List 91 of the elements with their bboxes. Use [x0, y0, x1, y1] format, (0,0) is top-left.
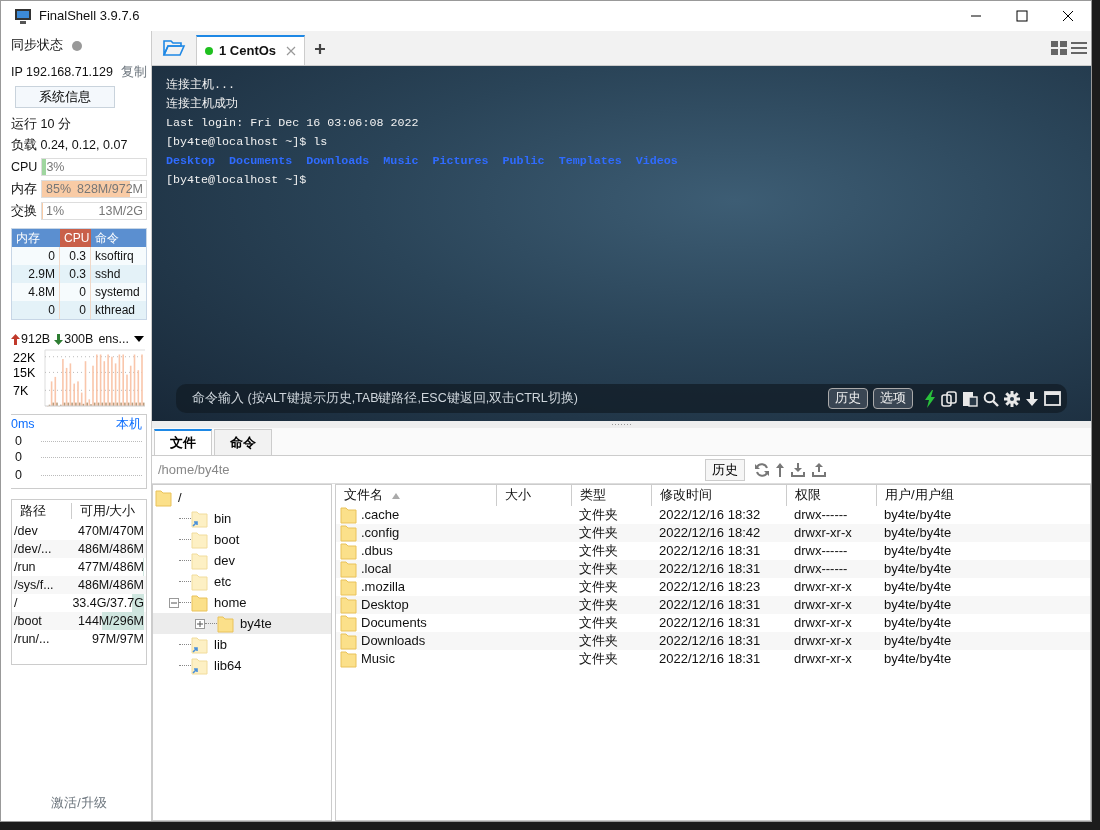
permissions: drwx------	[793, 542, 849, 560]
table-cell-text: systemd	[94, 284, 141, 301]
load-text: 负载 0.24, 0.12, 0.07	[11, 137, 129, 155]
terminal-line: [by4te@localhost ~]$	[166, 172, 308, 189]
directory-name: Videos	[635, 154, 678, 168]
meter-percent: 85%	[45, 181, 72, 197]
modified-time: 2022/12/16 18:31	[658, 596, 762, 614]
latency-value: 0	[15, 449, 23, 467]
modified-time: 2022/12/16 18:31	[658, 650, 762, 668]
table-cell: 97M/97M	[91, 630, 144, 648]
axis-label: 22K	[13, 350, 36, 365]
owner-group: by4te/by4te	[876, 614, 1016, 632]
modified-time: 2022/12/16 18:31	[658, 560, 762, 578]
table-cell-text: ksoftirq	[94, 248, 135, 265]
permissions: drwx------	[793, 560, 849, 578]
table-cell-text: /	[14, 595, 18, 612]
latency-value: 0	[15, 467, 23, 485]
permissions: drwxr-xr-x	[793, 524, 853, 542]
directory-name: Pictures	[432, 154, 489, 168]
table-cell-text: sshd	[94, 266, 122, 283]
upload-rate: 912B	[21, 330, 51, 348]
file-type: 文件夹	[578, 650, 619, 668]
meter-label: CPU	[11, 158, 38, 176]
meter-percent: 3%	[45, 159, 65, 175]
table-cell-text: /boot	[14, 613, 42, 630]
table-cell-text: /dev/...	[14, 541, 52, 558]
modified-time: 2022/12/16 18:32	[658, 506, 762, 524]
meter-percent: 1%	[45, 203, 65, 219]
modified-time: 2022/12/16 18:31	[658, 542, 762, 560]
table-cell-text: kthread	[94, 302, 137, 319]
meter-label: 交换	[11, 202, 37, 220]
table-cell: 33.4G/37.7G	[72, 594, 144, 612]
owner-group: by4te/by4te	[876, 506, 1016, 524]
terminal-line: 连接主机成功	[166, 96, 239, 113]
owner-group: by4te/by4te	[876, 632, 1016, 650]
ip-address: IP 192.168.71.129	[11, 64, 113, 82]
owner-group: by4te/by4te	[876, 578, 1016, 596]
table-cell: 0	[12, 301, 60, 319]
terminal-line: Last login: Fri Dec 16 03:06:08 2022	[166, 115, 420, 132]
table-cell-text: /sys/f...	[14, 577, 54, 594]
latency-value: 0	[15, 433, 23, 451]
table-cell: 486M/486M	[78, 540, 144, 558]
directory-name: Downloads	[306, 154, 370, 168]
file-type: 文件夹	[578, 560, 619, 578]
file-type: 文件夹	[578, 506, 619, 524]
table-cell: 144M/296M	[78, 612, 144, 630]
owner-group: by4te/by4te	[876, 524, 1016, 542]
sync-status-label: 同步状态	[11, 37, 63, 55]
directory-name: Desktop	[166, 154, 216, 168]
permissions: drwxr-xr-x	[793, 578, 853, 596]
table-cell: 470M/470M	[78, 522, 144, 540]
directory-name: Documents	[229, 154, 293, 168]
table-cell-text: /run/...	[14, 631, 50, 648]
table-cell: 486M/486M	[78, 576, 144, 594]
directory-name: Music	[383, 154, 419, 168]
host-label: 本机	[116, 416, 142, 433]
file-type: 文件夹	[578, 578, 619, 596]
permissions: drwxr-xr-x	[793, 614, 853, 632]
permissions: drwxr-xr-x	[793, 632, 853, 650]
terminal-line: 连接主机...	[166, 77, 237, 94]
file-type: 文件夹	[578, 524, 619, 542]
file-type: 文件夹	[578, 614, 619, 632]
modified-time: 2022/12/16 18:31	[658, 632, 762, 650]
table-cell-text: /run	[14, 559, 36, 576]
table-cell: 0	[60, 301, 91, 319]
directory-name: Templates	[558, 154, 622, 168]
file-type: 文件夹	[578, 542, 619, 560]
directory-name: Public	[502, 154, 545, 168]
file-type: 文件夹	[578, 596, 619, 614]
owner-group: by4te/by4te	[876, 596, 1016, 614]
table-cell-text: /dev	[14, 523, 38, 540]
table-cell: 477M/486M	[78, 558, 144, 576]
modified-time: 2022/12/16 18:42	[658, 524, 762, 542]
window-title: FinalShell 3.9.7.6	[39, 7, 140, 26]
modified-time: 2022/12/16 18:23	[658, 578, 762, 596]
modified-time: 2022/12/16 18:31	[658, 614, 762, 632]
meter-label: 内存	[11, 180, 37, 198]
terminal-line: [by4te@localhost ~]$ ls	[166, 134, 329, 151]
permissions: drwxr-xr-x	[793, 650, 853, 668]
owner-group: by4te/by4te	[876, 542, 1016, 560]
axis-label: 7K	[13, 384, 29, 399]
permissions: drwxr-xr-x	[793, 596, 853, 614]
latency-label: 0ms	[11, 416, 35, 433]
meter-amount: 13M/2G	[98, 203, 143, 219]
uptime-text: 运行 10 分	[11, 116, 72, 134]
axis-label: 15K	[13, 366, 36, 381]
file-type: 文件夹	[578, 632, 619, 650]
permissions: drwx------	[793, 506, 849, 524]
owner-group: by4te/by4te	[876, 560, 1016, 578]
download-rate: 300B	[64, 330, 94, 348]
owner-group: by4te/by4te	[876, 650, 1016, 668]
